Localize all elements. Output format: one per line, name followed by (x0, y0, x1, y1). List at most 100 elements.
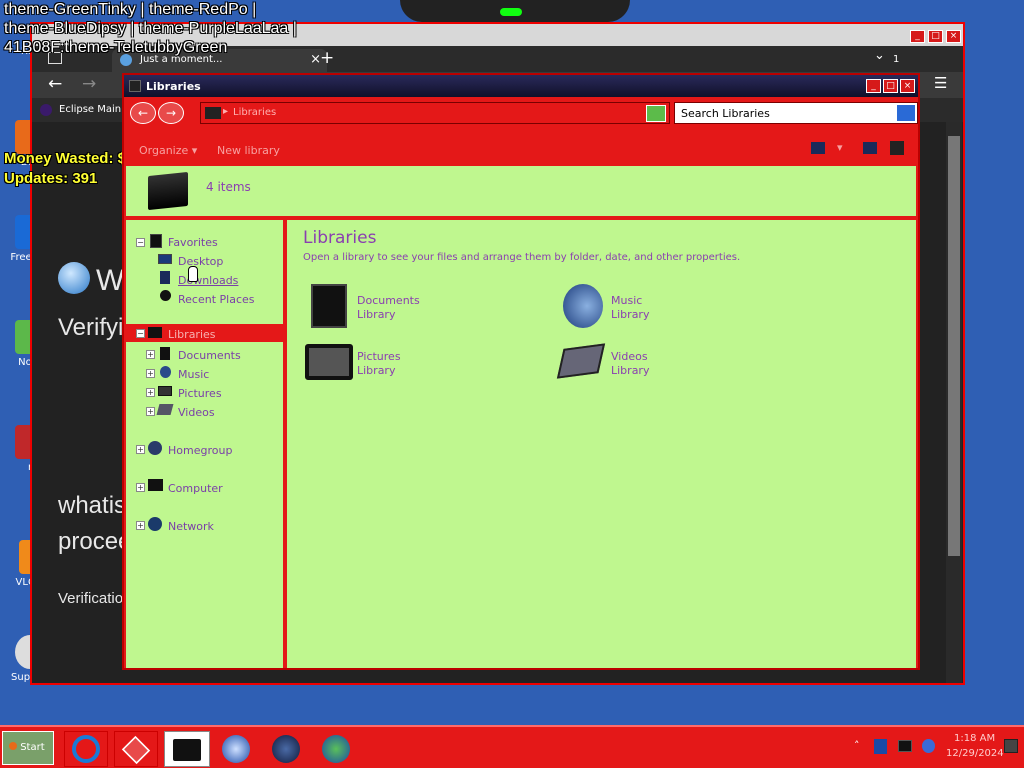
search-icon[interactable] (896, 104, 916, 122)
start-orb-icon (9, 742, 17, 750)
nav-recent-places[interactable]: Recent Places (178, 293, 255, 306)
nav-network[interactable]: Network (168, 520, 214, 533)
browser-minimize-button[interactable]: _ (910, 30, 925, 43)
tray-expand-icon[interactable]: ˄ (854, 739, 860, 752)
body-text-2: procee (58, 528, 132, 555)
recent-places-icon (160, 290, 171, 301)
explorer-maximize-button[interactable]: □ (883, 79, 898, 93)
body-text-1: whatis (58, 492, 127, 519)
film-clapper-icon (556, 343, 606, 379)
nav-documents[interactable]: Documents (178, 349, 241, 362)
theme-overlay: theme-GreenTinky | theme-RedPo | theme-B… (4, 1, 297, 56)
nav-videos[interactable]: Videos (178, 406, 215, 419)
bookmark-eclipse[interactable]: Eclipse Main S (59, 104, 131, 115)
taskbar-package-icon[interactable] (114, 731, 158, 767)
back-arrow-icon[interactable]: ← (48, 74, 62, 94)
explorer-window: Libraries _ □ × ← → ▸ Libraries ▾ Search… (122, 73, 920, 670)
videos-icon (156, 404, 174, 415)
pictures-expand-icon[interactable]: + (146, 388, 155, 397)
green-led-icon (500, 8, 522, 16)
content-description: Open a library to see your files and arr… (303, 252, 741, 263)
search-input[interactable]: Search Libraries (674, 102, 918, 124)
show-desktop-icon[interactable] (1004, 739, 1018, 753)
updates-text: Updates: 391 (4, 170, 98, 187)
library-pictures[interactable]: Pictures Library (303, 340, 503, 384)
library-documents[interactable]: Documents Library (307, 282, 507, 330)
network-expand-icon[interactable]: + (136, 521, 145, 530)
start-button[interactable]: Start (2, 731, 54, 765)
taskbar-browser-icon[interactable] (314, 731, 358, 767)
view-dropdown-icon[interactable]: ▾ (837, 141, 843, 154)
libraries-collapse-icon[interactable]: − (136, 329, 145, 338)
speaker-icon (563, 284, 603, 328)
nav-music[interactable]: Music (178, 368, 209, 381)
documents-expand-icon[interactable]: + (146, 350, 155, 359)
videos-expand-icon[interactable]: + (146, 407, 155, 416)
menu-icon[interactable]: ☰ (934, 74, 947, 92)
preview-pane-icon[interactable] (863, 142, 877, 154)
nav-favorites[interactable]: Favorites (168, 236, 218, 249)
content-heading: Libraries (303, 228, 377, 248)
taskbar-media-player-icon[interactable] (214, 731, 258, 767)
nav-desktop[interactable]: Desktop (178, 255, 223, 268)
view-options-icon[interactable] (811, 142, 825, 154)
tray-volume-icon[interactable] (922, 739, 935, 753)
help-icon[interactable] (890, 141, 904, 155)
command-bar: Organize ▾ New library ▾ (126, 135, 916, 165)
new-tab-button[interactable]: + (320, 48, 334, 68)
star-icon (150, 234, 162, 248)
taskbar-explorer-icon[interactable] (164, 731, 210, 767)
nav-pictures[interactable]: Pictures (178, 387, 222, 400)
tray-security-icon[interactable] (874, 739, 887, 754)
library-music-type: Library (611, 308, 650, 321)
desktop-icon (158, 254, 172, 264)
items-count: 4 items (206, 180, 251, 194)
music-expand-icon[interactable]: + (146, 369, 155, 378)
globe-icon (58, 262, 90, 294)
pictures-icon (305, 344, 353, 380)
new-library-button[interactable]: New library (217, 144, 280, 157)
forward-button[interactable]: → (158, 102, 184, 124)
downloads-icon (160, 271, 170, 284)
library-videos-name: Videos (611, 350, 648, 363)
library-videos[interactable]: Videos Library (556, 340, 759, 384)
library-music[interactable]: Music Library (561, 282, 761, 330)
pictures-icon (158, 386, 172, 396)
network-icon (148, 517, 162, 531)
browser-maximize-button[interactable]: □ (928, 30, 943, 43)
refresh-button[interactable] (646, 105, 666, 122)
explorer-titlebar: Libraries (124, 75, 918, 97)
taskbar-globe-icon[interactable] (264, 731, 308, 767)
forward-arrow-icon[interactable]: → (82, 74, 96, 94)
music-icon (160, 366, 171, 378)
taskbar: Start ˄ 1:18 AM 12/29/2024 (0, 725, 1024, 768)
browser-close-button[interactable]: × (946, 30, 961, 43)
library-pictures-type: Library (357, 364, 396, 377)
chevron-right-icon: ▸ (223, 106, 229, 117)
favorites-collapse-icon[interactable]: − (136, 238, 145, 247)
scrollbar-thumb[interactable] (948, 136, 960, 556)
verification-text: Verificatio (58, 590, 124, 607)
libraries-content: Libraries Open a library to see your fil… (287, 220, 916, 668)
details-pane: 4 items (126, 166, 916, 216)
nav-homegroup[interactable]: Homegroup (168, 444, 232, 457)
tab-dropdown-icon[interactable]: ⌄ (874, 48, 885, 63)
library-videos-type: Library (611, 364, 650, 377)
explorer-minimize-button[interactable]: _ (866, 79, 881, 93)
organize-button[interactable]: Organize ▾ (139, 144, 197, 157)
tray-network-icon[interactable] (898, 740, 912, 752)
nav-libraries[interactable]: Libraries (168, 328, 216, 341)
clock-time[interactable]: 1:18 AM (954, 733, 995, 744)
back-button[interactable]: ← (130, 102, 156, 124)
nav-computer[interactable]: Computer (168, 482, 223, 495)
computer-expand-icon[interactable]: + (136, 483, 145, 492)
address-bar[interactable]: ▸ Libraries ▾ (200, 102, 670, 124)
clock-date[interactable]: 12/29/2024 (946, 748, 1004, 759)
verifying-text: Verifyi (58, 314, 124, 341)
homegroup-expand-icon[interactable]: + (136, 445, 145, 454)
page-scrollbar[interactable] (946, 122, 962, 683)
library-music-name: Music (611, 294, 643, 307)
taskbar-ie-icon[interactable] (64, 731, 108, 767)
homegroup-icon (148, 441, 162, 455)
explorer-close-button[interactable]: × (900, 79, 915, 93)
